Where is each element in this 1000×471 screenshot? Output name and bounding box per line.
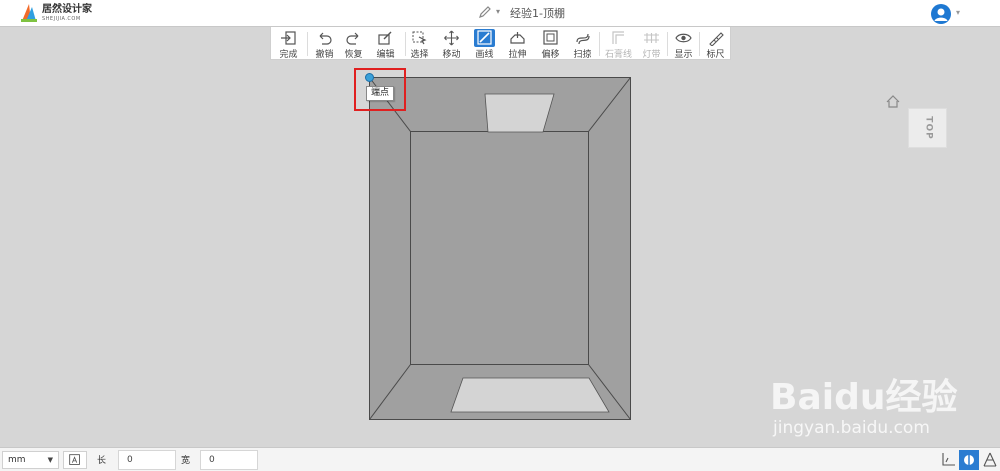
structure-icon bbox=[983, 452, 997, 467]
ceiling-edit-toolbar: 完成 撤销 恢复 编辑 选择 移动 画线 拉伸 偏移 扫掠 石膏线 灯带 显示 … bbox=[270, 27, 731, 60]
sweep-icon bbox=[576, 33, 590, 45]
move-arrows-icon bbox=[444, 30, 459, 46]
move-button[interactable]: 移动 bbox=[435, 27, 468, 60]
length-input[interactable]: 0 bbox=[118, 450, 176, 470]
sweep-label: 扫掠 bbox=[573, 50, 592, 60]
display-label: 显示 bbox=[674, 50, 693, 60]
endpoint-snap-marker[interactable] bbox=[365, 73, 374, 82]
snap-icon bbox=[69, 454, 80, 465]
snap-toggle-button[interactable] bbox=[63, 451, 87, 469]
length-label: 长 bbox=[97, 456, 107, 466]
draw-line-button[interactable]: 画线 bbox=[468, 27, 501, 60]
endpoint-tooltip: 端点 bbox=[366, 86, 395, 101]
edit-icon bbox=[378, 31, 392, 45]
edit-button[interactable]: 编辑 bbox=[369, 27, 402, 60]
watermark-url: jingyan.baidu.com bbox=[773, 418, 930, 438]
3d-view-button[interactable] bbox=[959, 450, 979, 470]
molding-icon bbox=[612, 31, 624, 44]
brand-name: 居然设计家 bbox=[42, 4, 92, 15]
display-button[interactable]: 显示 bbox=[667, 27, 700, 60]
eye-icon bbox=[675, 33, 692, 43]
unit-select-value: mm bbox=[8, 455, 26, 465]
light-strip-label: 灯带 bbox=[642, 50, 661, 60]
ruler-icon bbox=[709, 32, 724, 46]
draw-line-label: 画线 bbox=[475, 50, 494, 60]
unit-select[interactable]: mm ▼ bbox=[2, 451, 59, 469]
undo-icon bbox=[319, 32, 332, 45]
offset-label: 偏移 bbox=[541, 50, 560, 60]
ruler-button[interactable]: 标尺 bbox=[699, 27, 732, 60]
chevron-down-icon[interactable]: ▾ bbox=[496, 7, 500, 16]
ruler-label: 标尺 bbox=[706, 50, 725, 60]
bottom-status-bar: mm ▼ 长 0 宽 0 bbox=[0, 447, 1000, 471]
offset-button[interactable]: 偏移 bbox=[534, 27, 567, 60]
watermark-main-text: Baidu经验 bbox=[770, 377, 958, 418]
extrude-label: 拉伸 bbox=[508, 50, 527, 60]
view-cube-top[interactable]: TOP bbox=[908, 108, 947, 148]
extrude-icon bbox=[510, 32, 525, 44]
molding-label: 石膏线 bbox=[604, 50, 632, 60]
user-menu-chevron-icon[interactable]: ▾ bbox=[956, 8, 960, 17]
baidu-jingyan-watermark: Baidu经验 jingyan.baidu.com bbox=[770, 368, 970, 448]
redo-button[interactable]: 恢复 bbox=[337, 27, 370, 60]
axis-view-button[interactable] bbox=[938, 450, 958, 470]
width-input[interactable]: 0 bbox=[200, 450, 258, 470]
ceiling-inner-panel[interactable] bbox=[410, 131, 589, 365]
molding-button[interactable]: 石膏线 bbox=[602, 27, 635, 60]
select-label: 选择 bbox=[410, 50, 429, 60]
view-mode-icon bbox=[964, 455, 974, 465]
extrude-button[interactable]: 拉伸 bbox=[501, 27, 534, 60]
select-button[interactable]: 选择 bbox=[403, 27, 436, 60]
edit-label: 编辑 bbox=[376, 50, 395, 60]
ceiling-top-view[interactable] bbox=[369, 77, 631, 420]
top-opening[interactable] bbox=[484, 93, 555, 133]
light-strip-icon bbox=[644, 33, 659, 43]
finish-icon bbox=[281, 31, 296, 45]
home-view-icon[interactable] bbox=[886, 95, 900, 108]
user-avatar[interactable] bbox=[931, 4, 951, 24]
move-label: 移动 bbox=[442, 50, 461, 60]
draw-line-icon bbox=[477, 30, 492, 45]
bottom-opening[interactable] bbox=[450, 377, 610, 413]
light-strip-button[interactable]: 灯带 bbox=[635, 27, 668, 60]
sweep-button[interactable]: 扫掠 bbox=[566, 27, 599, 60]
axis-icon bbox=[942, 453, 955, 466]
pencil-icon[interactable] bbox=[478, 5, 492, 19]
offset-icon bbox=[543, 30, 558, 45]
app-header: 居然设计家 SHEJIJIA.COM ▾ 经验1-顶棚 ▾ bbox=[0, 0, 1000, 27]
finish-label: 完成 bbox=[279, 50, 298, 60]
width-label: 宽 bbox=[181, 456, 191, 466]
finish-button[interactable]: 完成 bbox=[272, 27, 305, 60]
redo-icon bbox=[346, 32, 359, 45]
redo-label: 恢复 bbox=[344, 50, 363, 60]
user-icon bbox=[934, 8, 948, 21]
toolbar-divider bbox=[599, 32, 600, 56]
brand-subtitle: SHEJIJIA.COM bbox=[42, 16, 81, 22]
document-title[interactable]: 经验1-顶棚 bbox=[510, 5, 565, 21]
structure-view-button[interactable] bbox=[980, 450, 1000, 470]
select-cursor-icon bbox=[412, 31, 427, 45]
brand-logo-icon[interactable] bbox=[20, 3, 38, 23]
view-cube-label: TOP bbox=[923, 116, 934, 140]
chevron-down-icon: ▼ bbox=[47, 456, 53, 464]
